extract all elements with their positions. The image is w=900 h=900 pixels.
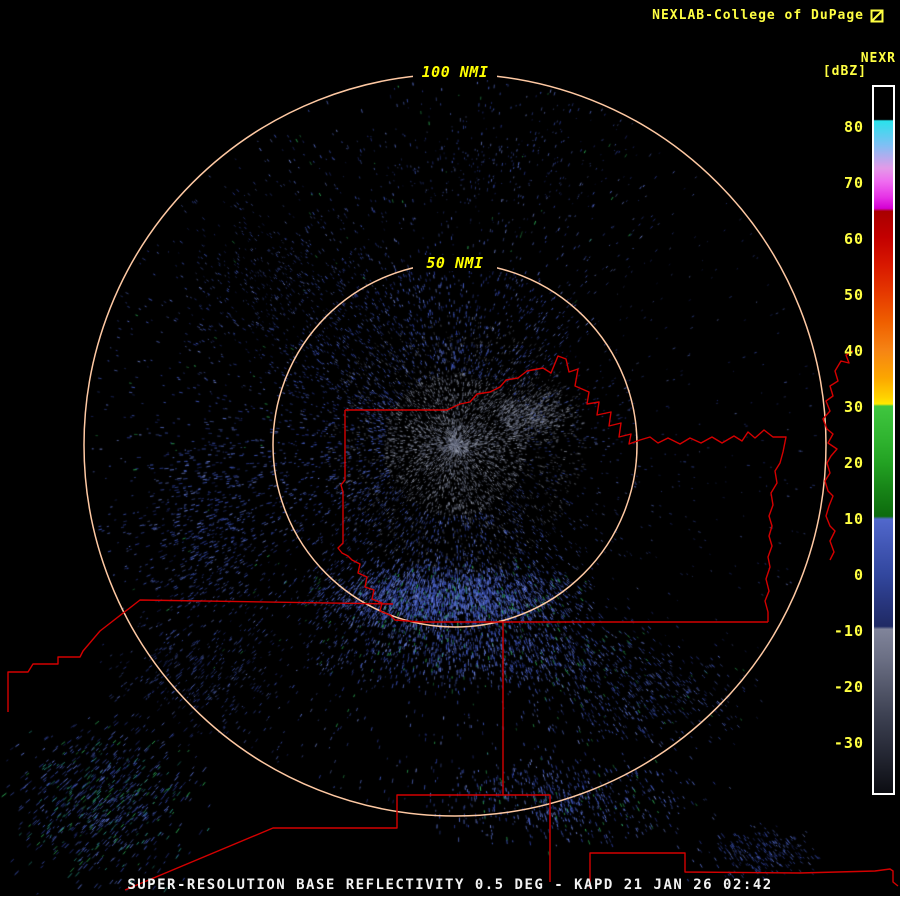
county-boundary-line	[345, 355, 787, 622]
map-overlay: 100 NMI 50 NMI	[7, 63, 899, 891]
range-ring-label: 50 NMI	[426, 254, 483, 272]
status-bar-text: SUPER-RESOLUTION BASE REFLECTIVITY 0.5 D…	[127, 877, 773, 893]
range-ring-label: 100 NMI	[422, 63, 489, 81]
header-branding: NEXLAB-College of DuPage	[652, 8, 884, 23]
range-ring	[83, 73, 827, 817]
colorbar-gradient	[872, 85, 895, 795]
radar-app-window: 100 NMI 50 NMI NEXLAB-College of DuPage N…	[0, 0, 900, 900]
county-boundary-line	[502, 622, 551, 882]
colorbar-units-label: [dBZ]	[822, 64, 867, 79]
county-boundary-line	[7, 599, 394, 712]
county-boundary-line	[124, 794, 503, 891]
branding-text: NEXLAB-College of DuPage	[652, 8, 864, 23]
county-boundary-line	[822, 350, 854, 561]
bottom-edge-bar	[0, 896, 900, 900]
nexlab-logo-icon	[870, 9, 884, 22]
range-ring	[272, 262, 638, 628]
